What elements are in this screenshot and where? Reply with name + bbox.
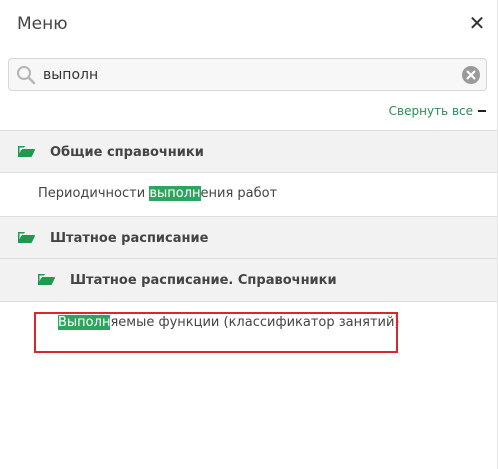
tree-item-performed-functions[interactable]: Выполняемые функции (классификатор занят… — [0, 302, 497, 345]
tree-item-label-before: Периодичности — [38, 186, 150, 201]
menu-tree: Общие справочники Периодичности выполнен… — [0, 130, 497, 345]
search-icon — [17, 66, 36, 85]
tree-subgroup-staff-schedule-references[interactable]: Штатное расписание. Справочники — [0, 259, 497, 302]
menu-header: Меню ✕ — [0, 0, 497, 50]
tree-group-label: Общие справочники — [50, 145, 204, 160]
collapse-all-button[interactable]: Свернуть все — [389, 104, 486, 118]
menu-title: Меню — [17, 14, 68, 34]
folder-open-icon — [38, 274, 55, 285]
search-match-highlight: Выполн — [58, 315, 111, 330]
collapse-all-label: Свернуть все — [388, 104, 473, 118]
tree-item-work-periodicity[interactable]: Периодичности выполнения работ — [0, 173, 497, 216]
tree-group-general-references[interactable]: Общие справочники — [0, 130, 497, 173]
minus-icon — [478, 110, 486, 112]
tree-item-label: Выполняемые функции (классификатор занят… — [58, 315, 400, 330]
search-match-highlight: выполн — [149, 186, 201, 201]
search-box — [8, 58, 487, 91]
tree-item-label-after: ения работ — [200, 186, 278, 201]
close-icon[interactable]: ✕ — [467, 12, 487, 34]
menu-panel: Меню ✕ Свернуть все Общие справочники — [0, 0, 498, 469]
tree-item-label: Периодичности выполнения работ — [38, 186, 277, 201]
tree-item-label-after: яемые функции (классификатор занятий) — [110, 315, 400, 330]
tree-group-staff-schedule[interactable]: Штатное расписание — [0, 216, 497, 259]
tree-subgroup-label: Штатное расписание. Справочники — [70, 273, 337, 288]
search-input[interactable] — [43, 59, 453, 90]
clear-icon[interactable] — [462, 66, 480, 84]
folder-open-icon — [18, 232, 35, 243]
tree-group-label: Штатное расписание — [50, 231, 209, 246]
folder-open-icon — [18, 146, 35, 157]
